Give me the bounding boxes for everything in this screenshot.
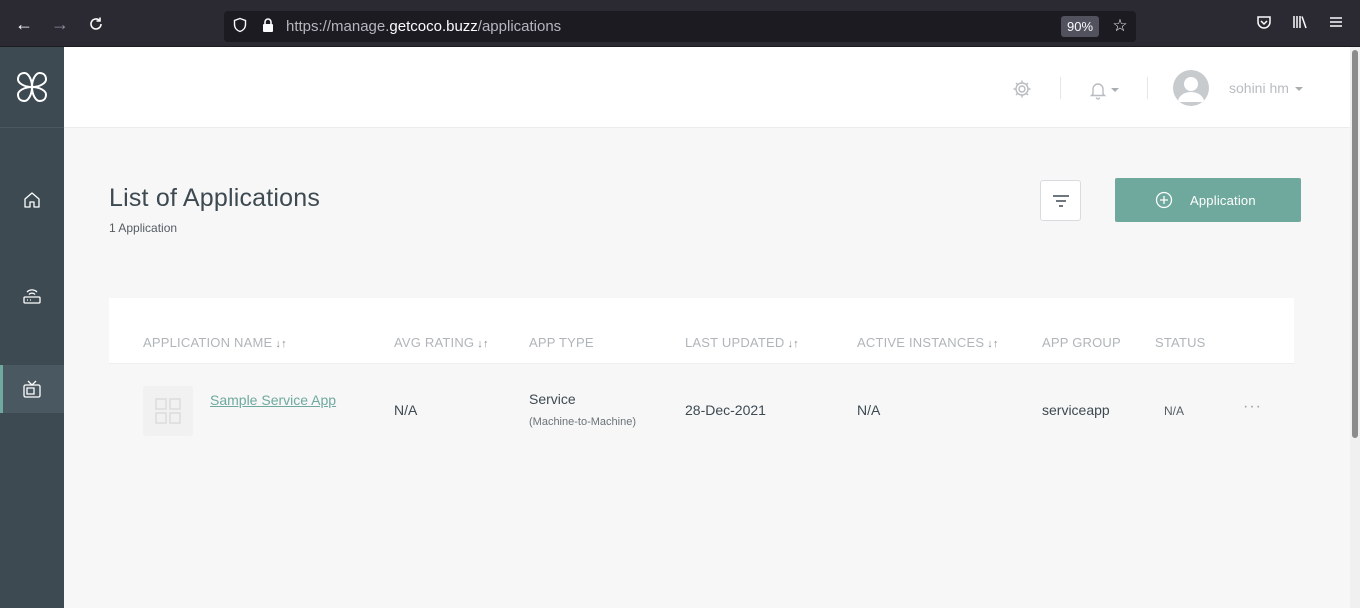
page-scrollbar[interactable] bbox=[1350, 47, 1360, 608]
home-icon bbox=[24, 192, 40, 208]
notifications-dropdown-chevron-icon[interactable] bbox=[1111, 88, 1119, 92]
library-icon[interactable] bbox=[1289, 14, 1311, 36]
add-application-button[interactable]: Application bbox=[1115, 178, 1301, 222]
top-header: sohini hm bbox=[64, 47, 1350, 128]
column-header-app-type: APP TYPE bbox=[529, 335, 594, 350]
sidebar-item-devices[interactable] bbox=[0, 271, 64, 319]
address-bar[interactable]: https://manage.getcoco.buzz/applications… bbox=[224, 11, 1136, 42]
url-text[interactable]: https://manage.getcoco.buzz/applications bbox=[286, 17, 561, 36]
gear-icon[interactable] bbox=[1012, 79, 1032, 99]
back-arrow-icon[interactable]: ← bbox=[14, 14, 34, 34]
column-header-application-name[interactable]: APPLICATION NAME ↓↑ bbox=[143, 335, 287, 350]
application-count: 1 Application bbox=[109, 221, 178, 235]
lock-icon[interactable] bbox=[259, 17, 277, 35]
coco-logo-icon bbox=[16, 71, 48, 103]
scrollbar-thumb[interactable] bbox=[1352, 50, 1358, 438]
last-updated-value: 28-Dec-2021 bbox=[685, 402, 766, 418]
app-type-detail: (Machine-to-Machine) bbox=[529, 416, 636, 428]
sidebar-item-home[interactable] bbox=[0, 176, 64, 224]
status-badge: N/A bbox=[1164, 404, 1185, 418]
app-placeholder-grid-icon bbox=[155, 398, 181, 424]
column-header-avg-rating[interactable]: AVG RATING ↓↑ bbox=[394, 335, 489, 350]
router-icon bbox=[23, 289, 41, 304]
header-divider bbox=[1147, 77, 1148, 99]
bell-icon[interactable] bbox=[1088, 80, 1108, 100]
menu-hamburger-icon[interactable] bbox=[1325, 14, 1347, 36]
pocket-icon[interactable] bbox=[1253, 14, 1275, 36]
app-group-value: serviceapp bbox=[1042, 402, 1110, 418]
page-title: List of Applications bbox=[109, 184, 321, 212]
sidebar-item-applications[interactable] bbox=[0, 365, 64, 413]
header-divider bbox=[1060, 77, 1061, 99]
zoom-level[interactable]: 90% bbox=[1061, 16, 1099, 37]
filter-button[interactable] bbox=[1040, 180, 1081, 221]
filter-icon bbox=[1053, 195, 1069, 207]
column-header-app-group: APP GROUP bbox=[1042, 335, 1121, 350]
application-name-link[interactable]: Sample Service App bbox=[210, 389, 340, 411]
tv-icon bbox=[23, 380, 41, 398]
sort-arrows-icon[interactable]: ↓↑ bbox=[987, 338, 998, 350]
browser-toolbar: ← → https://manage.getcoco.buzz/applicat… bbox=[0, 0, 1360, 47]
active-instances-value: N/A bbox=[857, 402, 881, 418]
username[interactable]: sohini hm bbox=[1229, 80, 1289, 96]
user-menu-chevron-icon[interactable] bbox=[1295, 87, 1303, 91]
shield-icon[interactable] bbox=[231, 17, 249, 35]
sort-arrows-icon[interactable]: ↓↑ bbox=[275, 338, 286, 350]
table-row: Sample Service App N/A Service (Machine-… bbox=[109, 365, 1294, 455]
logo[interactable] bbox=[0, 47, 64, 128]
forward-arrow-icon[interactable]: → bbox=[50, 14, 70, 34]
sort-arrows-icon[interactable]: ↓↑ bbox=[787, 338, 798, 350]
app-type-value: Service bbox=[529, 391, 576, 407]
avatar[interactable] bbox=[1173, 70, 1209, 106]
reload-icon[interactable] bbox=[86, 14, 106, 34]
bookmark-star-icon[interactable]: ☆ bbox=[1110, 16, 1130, 36]
avg-rating-value: N/A bbox=[394, 402, 418, 418]
sidebar bbox=[0, 47, 64, 608]
plus-circle-icon bbox=[1155, 191, 1173, 209]
app-thumbnail bbox=[143, 386, 193, 436]
sort-arrows-icon[interactable]: ↓↑ bbox=[477, 338, 488, 350]
user-avatar-icon bbox=[1178, 77, 1204, 102]
column-header-status: STATUS bbox=[1155, 335, 1206, 350]
more-options-icon[interactable]: ··· bbox=[1243, 399, 1263, 415]
add-application-label: Application bbox=[1190, 193, 1256, 208]
table-header: APPLICATION NAME ↓↑ AVG RATING ↓↑ APP TYPE… bbox=[109, 298, 1294, 364]
column-header-active-instances[interactable]: ACTIVE INSTANCES ↓↑ bbox=[857, 335, 999, 350]
column-header-last-updated[interactable]: LAST UPDATED ↓↑ bbox=[685, 335, 799, 350]
